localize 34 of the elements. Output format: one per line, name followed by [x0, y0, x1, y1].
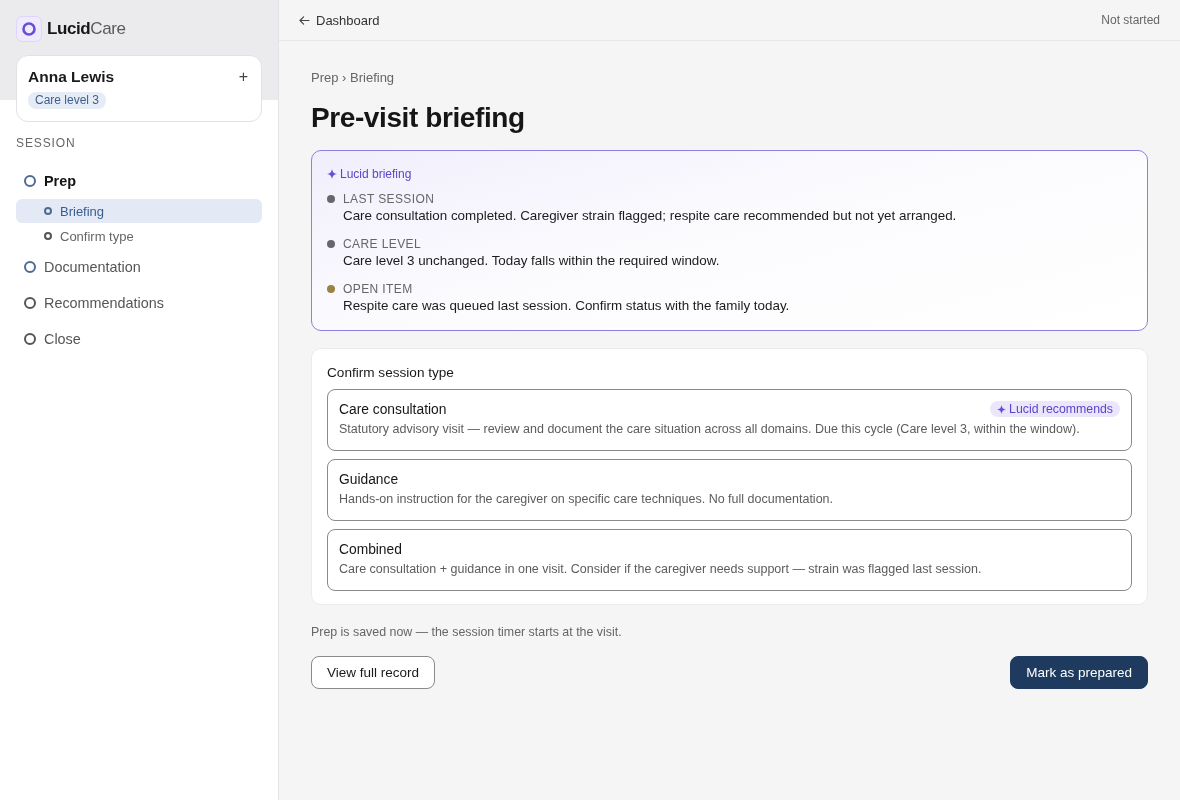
substep-item[interactable]: Confirm type — [16, 224, 262, 248]
sparkle-icon — [997, 404, 1007, 414]
section-heading: Confirm session type — [327, 365, 455, 380]
briefing-label: LAST SESSION — [343, 191, 435, 207]
session-option[interactable]: Guidance Hands-on instruction for the caregiver on specific care techniques. No full documentation. — [327, 459, 1132, 521]
briefing-text: Respite care was queued last session. Confirm status with the family today. — [342, 297, 791, 315]
briefing-text: Care consultation completed. Caregiver strain flagged; respite care recommended but not yet arranged. — [342, 207, 958, 225]
sparkle-icon — [327, 169, 337, 179]
briefing-label: OPEN ITEM — [343, 281, 413, 297]
briefing-text: Care level 3 unchanged. Today falls within the required window. — [342, 252, 721, 270]
step-item[interactable]: Recommendations — [16, 285, 262, 321]
add-button[interactable]: + — [236, 69, 250, 85]
back-link[interactable]: Dashboard — [299, 12, 380, 28]
recommendation-label: Lucid recommends — [1009, 402, 1113, 416]
step-item[interactable]: Documentation — [16, 249, 262, 285]
session-status: Not started — [1101, 13, 1160, 27]
session-option[interactable]: Combined Care consultation + guidance in one visit. Consider if the caregiver needs support — strain was flagged last session. — [327, 529, 1132, 591]
save-note: Prep is saved now — the session timer starts at the visit. — [311, 625, 623, 639]
step-item[interactable]: Close — [16, 321, 262, 357]
page-title: Pre-visit briefing — [311, 101, 526, 135]
briefing-header: Lucid briefing — [340, 167, 412, 181]
substep-item[interactable]: Briefing — [16, 199, 262, 223]
logo-ring-icon — [16, 16, 42, 42]
app-logo-text: LucidCare — [47, 19, 126, 39]
briefing-label: CARE LEVEL — [343, 236, 422, 252]
step-item[interactable]: Prep — [16, 163, 262, 199]
session-option[interactable]: Care consultation Lucid recommends Statutory advisory visit — review and document the care situation across all domains. Due this cycle (Care level 3, within the window). — [327, 389, 1132, 451]
care-level-badge: Care level 3 — [28, 92, 107, 109]
section-label: SESSION — [16, 136, 77, 150]
mark-prepared-button[interactable]: Mark as prepared — [1010, 656, 1148, 689]
view-record-button[interactable]: View full record — [311, 656, 436, 689]
breadcrumb: Prep › Briefing — [311, 70, 396, 85]
left-arrow-icon — [299, 15, 310, 25]
patient-name: Anna Lewis — [28, 68, 115, 86]
